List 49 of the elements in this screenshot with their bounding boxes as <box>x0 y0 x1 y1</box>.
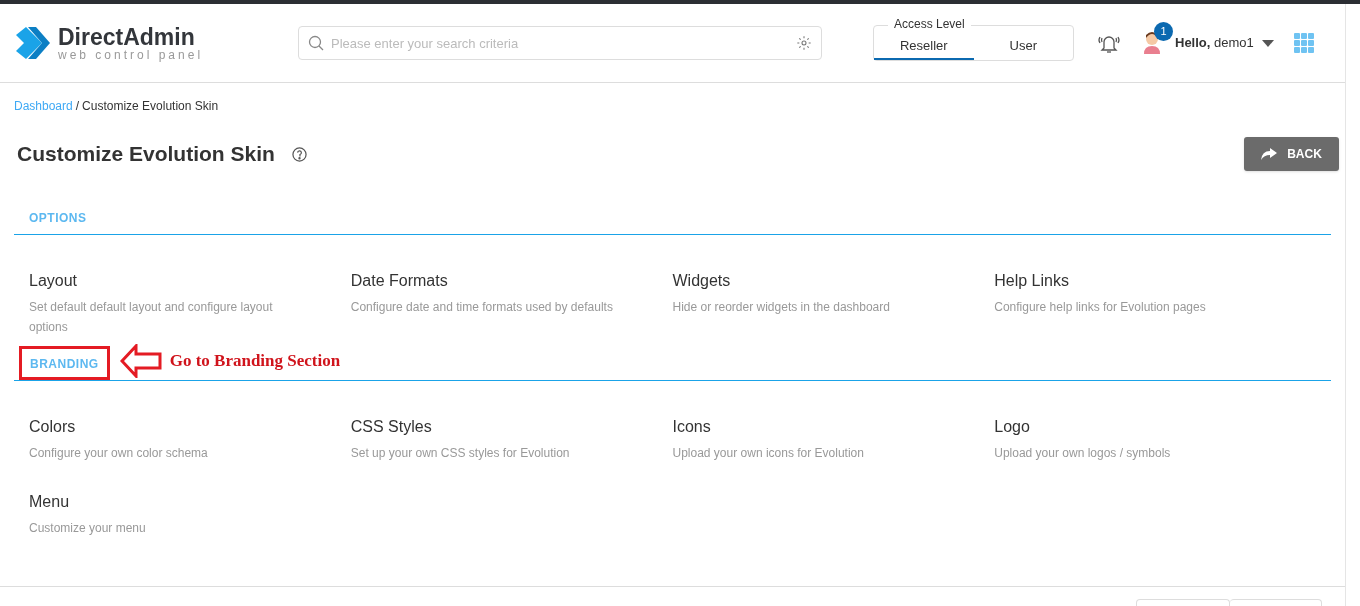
settings-icon[interactable] <box>796 35 812 51</box>
item-description: Set default default layout and configure layout options <box>29 299 274 336</box>
item-title: CSS Styles <box>350 417 433 437</box>
page-title: Customize Evolution Skin <box>17 141 275 168</box>
help-icon[interactable] <box>291 146 307 162</box>
settings-item[interactable]: Date Formats Configure date and time formats used by defaults <box>350 269 673 337</box>
item-description: Hide or reorder widgets in the dashboard <box>672 299 891 316</box>
settings-item[interactable]: Menu Customize your menu <box>29 490 351 538</box>
settings-item[interactable]: CSS Styles Set up your own CSS styles for Evolution <box>350 415 673 463</box>
section-heading: BRANDING <box>19 346 110 380</box>
item-title: Layout <box>29 271 79 291</box>
access-level-tab[interactable]: Reseller <box>874 33 974 60</box>
settings-item[interactable]: Logo Upload your own logos / symbols <box>994 415 1316 463</box>
annotation-text: Go to Branding Section <box>169 350 341 373</box>
search-icon <box>308 35 324 51</box>
item-title: Help Links <box>994 271 1070 291</box>
share-arrow-icon <box>1261 148 1278 160</box>
user-menu[interactable]: Hello, demo1 <box>1175 33 1274 53</box>
left-arrow-icon <box>119 344 162 378</box>
caret-icon <box>1261 39 1274 47</box>
item-title: Colors <box>29 417 77 437</box>
item-description: Customize your menu <box>29 520 147 537</box>
item-title: Widgets <box>672 271 732 291</box>
settings-item[interactable]: Widgets Hide or reorder widgets in the dashboard <box>672 269 995 337</box>
item-description: Upload your own logos / symbols <box>994 445 1172 462</box>
breadcrumb-separator: / <box>75 99 80 113</box>
item-title: Logo <box>994 417 1031 437</box>
item-description: Configure help links for Evolution pages <box>994 299 1207 316</box>
search-field[interactable]: Please enter your search criteria <box>298 26 822 60</box>
section-heading: OPTIONS <box>28 210 87 227</box>
settings-item[interactable]: Layout Set default default layout and configure layout options <box>29 269 351 337</box>
greeting: Hello, demo1 <box>1175 34 1254 53</box>
item-title: Menu <box>29 492 71 512</box>
item-title: Icons <box>672 417 712 437</box>
settings-item[interactable]: Help Links Configure help links for Evolution pages <box>994 269 1316 337</box>
settings-item[interactable]: Colors Configure your own color schema <box>29 415 351 463</box>
settings-item[interactable]: Icons Upload your own icons for Evolution <box>672 415 995 463</box>
notification-badge: 1 <box>1154 22 1173 41</box>
item-description: Set up your own CSS styles for Evolution <box>350 445 571 462</box>
logo-name: DirectAdmin <box>58 25 196 49</box>
logo-tagline: web control panel <box>58 48 204 61</box>
back-button[interactable]: BACK <box>1244 137 1339 171</box>
grid-icon[interactable] <box>1293 33 1314 53</box>
breadcrumb-current: Customize Evolution Skin <box>82 99 219 113</box>
access-level-tab[interactable]: User <box>973 33 1073 60</box>
item-description: Upload your own icons for Evolution <box>672 445 865 462</box>
item-description: Configure date and time formats used by defaults <box>350 299 614 316</box>
item-description: Configure your own color schema <box>29 445 209 462</box>
item-title: Date Formats <box>350 271 449 291</box>
